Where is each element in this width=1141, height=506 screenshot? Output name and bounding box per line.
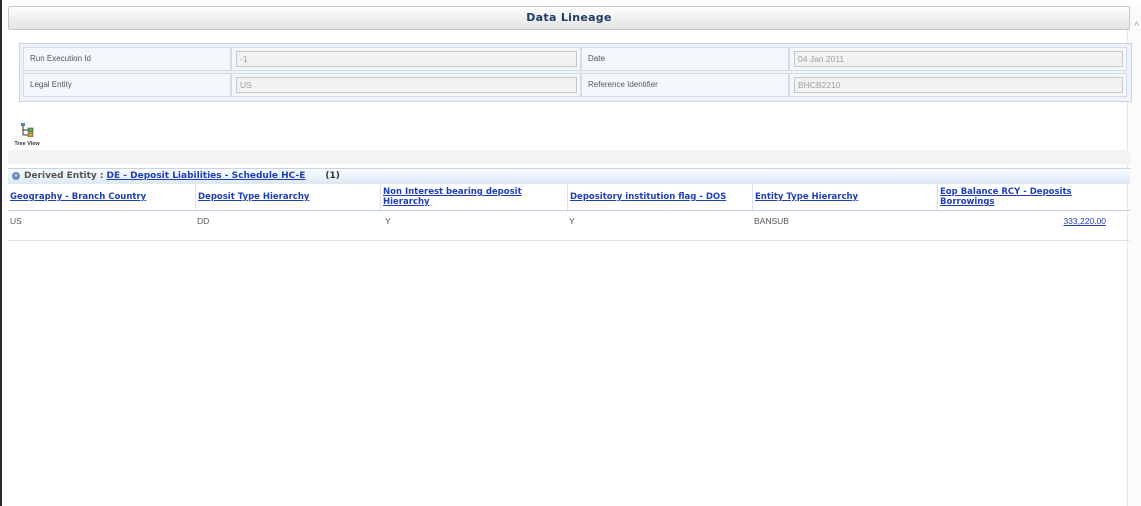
expand-arrow-icon[interactable]: » <box>12 172 20 180</box>
derived-entity-prefix: Derived Entity : <box>24 171 104 181</box>
run-execution-id-value-cell: -1 <box>231 47 581 71</box>
derived-entity-count: (1) <box>325 171 340 181</box>
derived-entity-title: Derived Entity : DE - Deposit Liabilities… <box>24 169 340 184</box>
cell-eop-balance-link[interactable]: 333,220.00 <box>1063 212 1106 230</box>
filter-row-2: Legal Entity US Reference Identifier BHC… <box>23 73 1127 97</box>
column-header-entity-type[interactable]: Entity Type Hierarchy <box>752 184 937 210</box>
table-header: Geography - Branch Country Deposit Type … <box>8 184 1130 211</box>
cell-deposit-type: DD <box>197 216 210 226</box>
column-header-non-interest-bearing[interactable]: Non Interest bearing deposit Hierarchy <box>380 184 567 210</box>
legal-entity-label: Legal Entity <box>30 80 72 89</box>
page-title: Data Lineage <box>8 6 1130 30</box>
column-header-depository-flag[interactable]: Depository institution flag - DOS <box>567 184 752 210</box>
reference-identifier-value-cell: BHCB2210 <box>789 73 1127 97</box>
legal-entity-label-cell: Legal Entity <box>23 73 231 97</box>
cell-geography: US <box>10 216 22 226</box>
window-left-border <box>0 0 2 506</box>
derived-entity-header: » Derived Entity : DE - Deposit Liabiliti… <box>8 168 1130 184</box>
row-divider <box>8 240 1130 241</box>
filter-row-1: Run Execution Id -1 Date 04 Jan 2011 <box>23 47 1127 71</box>
tree-view-label: Tree View <box>14 141 40 147</box>
date-label-cell: Date <box>581 47 789 71</box>
run-execution-id-field[interactable]: -1 <box>236 51 577 67</box>
date-value-cell: 04 Jan 2011 <box>789 47 1127 71</box>
legal-entity-value-cell: US <box>231 73 581 97</box>
reference-identifier-label: Reference Identifier <box>588 80 658 89</box>
date-label: Date <box>588 54 605 63</box>
column-header-geography[interactable]: Geography - Branch Country <box>8 184 194 210</box>
run-execution-id-label: Run Execution Id <box>30 54 91 63</box>
date-field[interactable]: 04 Jan 2011 <box>794 51 1123 67</box>
tree-view-button[interactable]: Tree View <box>11 122 43 150</box>
cell-non-interest-bearing: Y <box>385 216 391 226</box>
legal-entity-field[interactable]: US <box>236 77 577 93</box>
cell-entity-type: BANSUB <box>754 216 789 226</box>
reference-identifier-label-cell: Reference Identifier <box>581 73 789 97</box>
cell-depository-flag: Y <box>569 216 575 226</box>
tree-view-icon <box>21 123 34 137</box>
run-execution-id-label-cell: Run Execution Id <box>23 47 231 71</box>
table-row: US DD Y Y BANSUB 333,220.00 <box>8 212 1130 230</box>
toolbar-separator <box>8 150 1130 164</box>
reference-identifier-field[interactable]: BHCB2210 <box>794 77 1123 93</box>
column-header-eop-balance[interactable]: Eop Balance RCY - Deposits Borrowings <box>937 184 1090 210</box>
filter-panel: Run Execution Id -1 Date 04 Jan 2011 Leg… <box>19 43 1132 102</box>
column-header-deposit-type[interactable]: Deposit Type Hierarchy <box>195 184 380 210</box>
derived-entity-link[interactable]: DE - Deposit Liabilities - Schedule HC-E <box>107 171 306 181</box>
scroll-up-icon[interactable]: ^ <box>1134 22 1139 32</box>
